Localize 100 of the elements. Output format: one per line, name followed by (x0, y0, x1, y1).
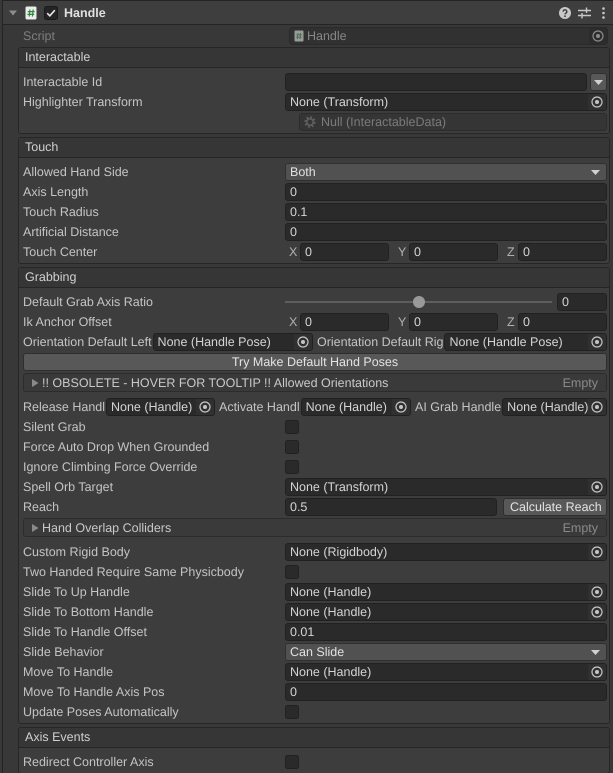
field-label: Orientation Default Left (23, 334, 152, 351)
target-icon[interactable] (588, 94, 606, 110)
field-label: Artificial Distance (23, 224, 120, 241)
number-field[interactable]: 0 (300, 313, 389, 331)
object-field[interactable]: None (Transform) (285, 478, 607, 496)
foldout-label: !! OBSOLETE - HOVER FOR TOOLTIP !! Allowed Orientations (42, 376, 388, 390)
target-icon[interactable] (588, 584, 606, 600)
field-label: Slide To Up Handle (23, 584, 131, 601)
component-title: Handle (64, 6, 106, 20)
target-icon[interactable] (294, 334, 312, 350)
number-field[interactable]: 0 (518, 313, 607, 331)
dropdown-button[interactable] (590, 73, 607, 91)
text-field[interactable] (285, 73, 587, 91)
field-label: Highlighter Transform (23, 94, 144, 111)
axis-label: Y (397, 314, 408, 331)
foldout-arrow-icon[interactable] (9, 8, 17, 16)
menu-icon[interactable] (602, 6, 605, 18)
field-label: Interactable Id (23, 74, 104, 91)
list-size-label: Empty (562, 376, 598, 390)
field-label: Redirect Controller Axis (23, 754, 155, 771)
object-field[interactable]: None (Handle Pose) (152, 333, 313, 351)
section-header: Grabbing (19, 268, 609, 288)
foldout-header[interactable]: Hand Overlap Colliders Empty (23, 518, 607, 537)
list-size-label: Empty (562, 520, 598, 534)
field-label: Silent Grab (23, 419, 87, 436)
object-field[interactable]: None (Handle Pose) (444, 333, 607, 351)
target-icon[interactable] (392, 399, 410, 415)
field-label: Custom Rigid Body (23, 544, 131, 561)
field-label: Ik Anchor Offset (23, 314, 113, 331)
section-header: Axis Events (19, 728, 609, 748)
checkbox[interactable] (285, 565, 299, 579)
object-field[interactable]: None (Transform) (285, 93, 607, 111)
gear-icon (304, 116, 316, 128)
enable-checkbox[interactable] (44, 6, 58, 20)
checkbox[interactable] (285, 705, 299, 719)
section-header: Interactable (19, 48, 609, 68)
field-label: Orientation Default Rig (317, 334, 444, 351)
object-field: Null (InteractableData) (299, 113, 607, 131)
target-icon[interactable] (588, 544, 606, 560)
object-field[interactable]: None (Rigidbody) (285, 543, 607, 561)
field-label: Two Handed Require Same Physicbody (23, 564, 245, 581)
axis-label: Z (506, 314, 516, 331)
field-label: Spell Orb Target (23, 479, 114, 496)
axis-label: Y (397, 244, 408, 261)
section-header: Touch (19, 138, 609, 158)
checkbox[interactable] (285, 420, 299, 434)
number-field[interactable]: 0 (285, 683, 607, 701)
foldout-arrow-icon[interactable] (32, 378, 39, 386)
target-icon[interactable] (588, 664, 606, 680)
object-field: Handle (289, 27, 608, 45)
field-label: Touch Radius (23, 204, 100, 221)
checkbox[interactable] (285, 440, 299, 454)
number-field[interactable]: 0 (409, 313, 498, 331)
object-field[interactable]: None (Handle) (502, 398, 607, 416)
target-icon[interactable] (588, 399, 606, 415)
target-icon[interactable] (588, 604, 606, 620)
checkbox[interactable] (285, 755, 299, 769)
foldout-arrow-icon[interactable] (32, 524, 39, 532)
field-label: Activate Handl (219, 399, 300, 416)
caret-icon (591, 650, 600, 654)
object-field[interactable]: None (Handle) (285, 603, 607, 621)
presets-icon[interactable] (578, 6, 591, 18)
field-label: Update Poses Automatically (23, 704, 180, 721)
foldout-label: Hand Overlap Colliders (42, 520, 172, 534)
number-field[interactable]: 0 (557, 293, 607, 311)
field-label: Allowed Hand Side (23, 164, 130, 181)
number-field[interactable]: 0 (285, 183, 607, 201)
number-field[interactable]: 0 (409, 243, 498, 261)
field-label: Touch Center (23, 244, 98, 261)
field-label: Slide Behavior (23, 644, 105, 661)
slider-thumb[interactable] (412, 296, 424, 308)
field-label: Script (23, 28, 56, 45)
axis-label: Z (506, 244, 516, 261)
number-field[interactable]: 0.1 (285, 203, 607, 221)
number-field[interactable]: 0 (518, 243, 607, 261)
number-field[interactable]: 0.5 (285, 498, 497, 516)
number-field[interactable]: 0 (300, 243, 389, 261)
checkbox[interactable] (285, 460, 299, 474)
action-button[interactable]: Calculate Reach (503, 498, 607, 516)
object-field[interactable]: None (Handle) (285, 583, 607, 601)
foldout-header[interactable]: !! OBSOLETE - HOVER FOR TOOLTIP !! Allowed Orientations Empty (23, 373, 607, 392)
script-icon (294, 30, 304, 42)
dropdown[interactable]: Both (285, 163, 607, 181)
object-field[interactable]: None (Handle) (285, 663, 607, 681)
action-button[interactable]: Try Make Default Hand Poses (23, 353, 607, 371)
target-icon[interactable] (196, 399, 214, 415)
help-icon[interactable] (559, 6, 571, 18)
field-label: Axis Length (23, 184, 90, 201)
field-label: Slide To Bottom Handle (23, 604, 154, 621)
object-field[interactable]: None (Handle) (300, 398, 411, 416)
object-field[interactable]: None (Handle) (106, 398, 215, 416)
axis-label: X (288, 314, 298, 331)
target-icon[interactable] (588, 334, 606, 350)
number-field[interactable]: 0 (285, 223, 607, 241)
script-icon (25, 6, 37, 20)
caret-icon (594, 80, 603, 84)
field-label: Ignore Climbing Force Override (23, 459, 198, 476)
dropdown[interactable]: Can Slide (285, 643, 607, 661)
target-icon[interactable] (588, 479, 606, 495)
number-field[interactable]: 0.01 (285, 623, 607, 641)
